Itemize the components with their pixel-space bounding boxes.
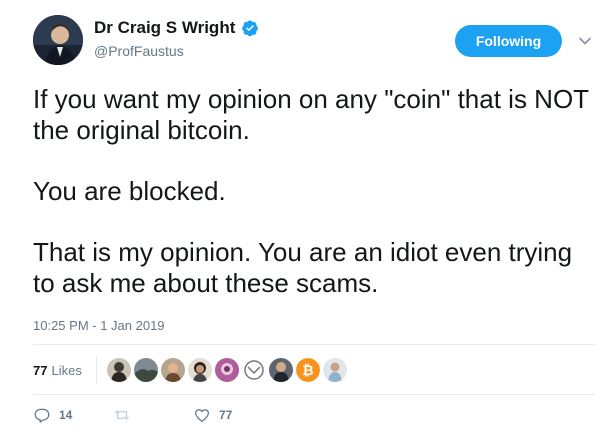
- tweet-paragraph: You are blocked.: [33, 176, 226, 206]
- likes-label[interactable]: Likes: [51, 363, 81, 378]
- author-handle[interactable]: @ProfFaustus: [94, 43, 184, 59]
- divider: [33, 394, 595, 395]
- chevron-down-icon[interactable]: [578, 34, 592, 48]
- heart-icon: [194, 409, 210, 423]
- liker-avatar-3[interactable]: [160, 358, 185, 382]
- verified-badge-icon: [241, 19, 259, 37]
- avatar[interactable]: [33, 15, 83, 65]
- reply-button[interactable]: 14: [33, 406, 113, 424]
- divider: [33, 344, 595, 345]
- liker-avatar-2[interactable]: [133, 358, 158, 382]
- following-button[interactable]: Following: [455, 25, 562, 57]
- reply-icon: [34, 408, 50, 423]
- like-count: 77: [219, 408, 233, 422]
- tweet-actions: 14 77: [33, 404, 232, 426]
- liker-avatars: ₿: [106, 358, 347, 382]
- retweet-button[interactable]: [113, 406, 193, 424]
- tweet-paragraph: If you want my opinion on any "coin" tha…: [33, 84, 589, 145]
- tweet-text: If you want my opinion on any "coin" tha…: [33, 84, 593, 329]
- liker-avatar-1[interactable]: [106, 358, 131, 382]
- retweet-icon: [114, 410, 130, 420]
- profile-photo: [33, 15, 83, 65]
- liker-avatar-9[interactable]: [322, 358, 347, 382]
- liker-avatar-7[interactable]: [268, 358, 293, 382]
- author-display-name[interactable]: Dr Craig S Wright: [94, 18, 235, 38]
- svg-text:₿: ₿: [302, 363, 313, 379]
- liker-avatar-5[interactable]: [214, 358, 239, 382]
- like-button[interactable]: 77: [193, 406, 232, 424]
- likes-separator: [95, 356, 97, 384]
- likes-summary[interactable]: 77 Likes ₿: [33, 354, 347, 386]
- reply-count: 14: [59, 408, 73, 422]
- author-name-row[interactable]: Dr Craig S Wright: [94, 18, 259, 38]
- tweet-timestamp[interactable]: 10:25 PM - 1 Jan 2019: [33, 318, 165, 333]
- liker-avatar-4[interactable]: [187, 358, 212, 382]
- liker-avatar-8[interactable]: ₿: [295, 358, 320, 382]
- tweet-paragraph: That is my opinion. You are an idiot eve…: [33, 237, 573, 298]
- likes-count[interactable]: 77: [33, 363, 47, 378]
- liker-avatar-6[interactable]: [241, 358, 266, 382]
